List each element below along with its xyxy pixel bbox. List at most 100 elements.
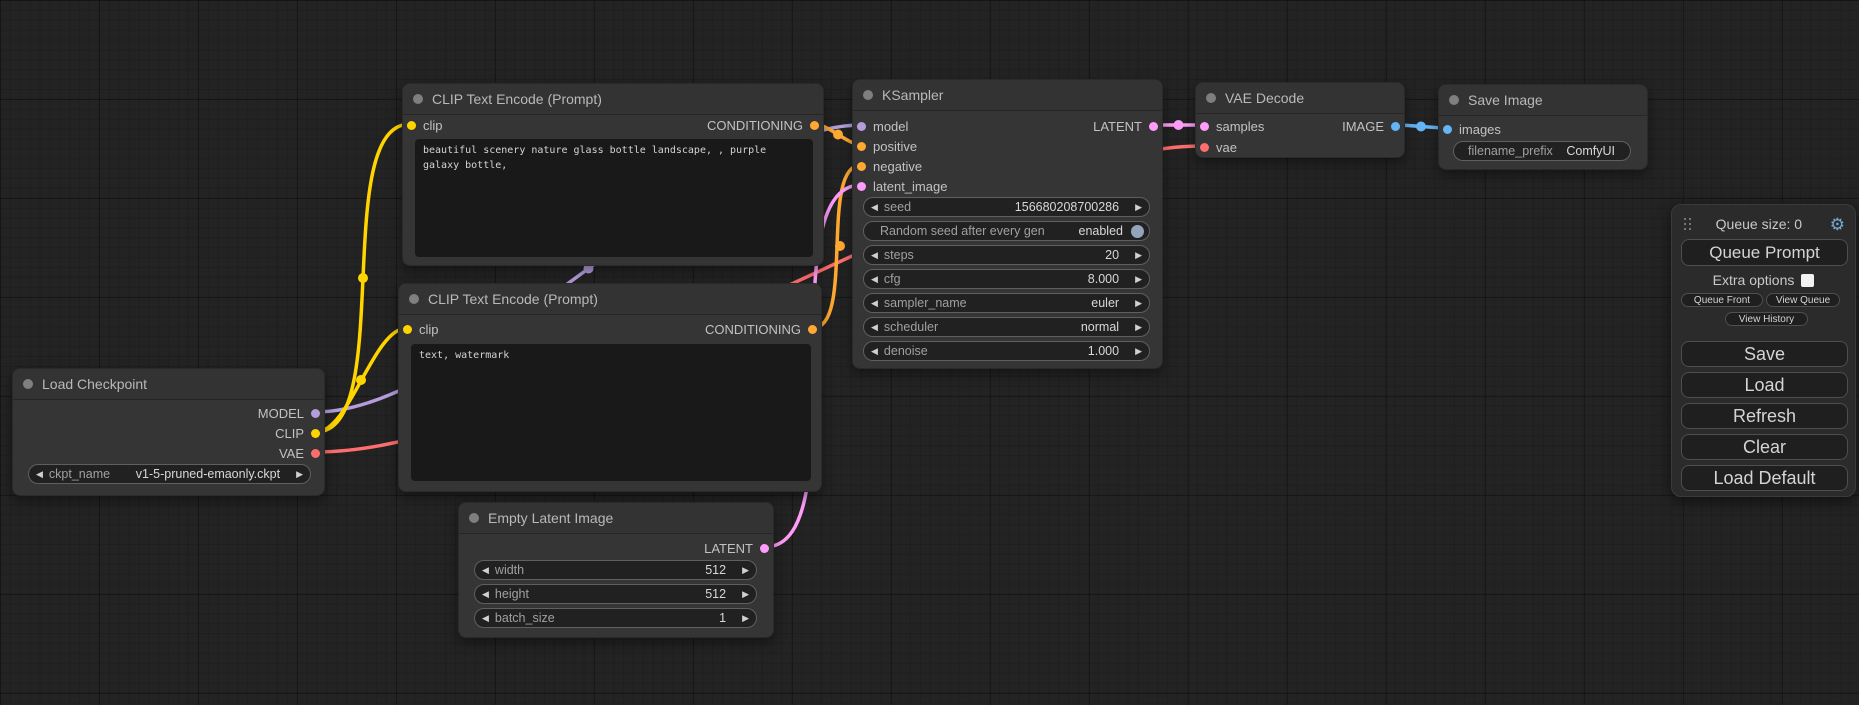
sampler-name-combo[interactable]: ◀ sampler_name euler ▶ bbox=[863, 293, 1150, 313]
conditioning-port-dot[interactable] bbox=[857, 162, 866, 171]
view-queue-button[interactable]: View Queue bbox=[1766, 293, 1840, 307]
collapse-dot-icon[interactable] bbox=[23, 379, 33, 389]
latent-port-dot[interactable] bbox=[857, 182, 866, 191]
clip-port-dot[interactable] bbox=[311, 429, 320, 438]
input-port-images: images bbox=[1443, 122, 1501, 136]
increment-arrow-icon[interactable]: ▶ bbox=[296, 470, 303, 479]
node-title-bar[interactable]: KSampler bbox=[853, 80, 1162, 111]
node-ksampler[interactable]: KSampler model positive negative latent_… bbox=[852, 79, 1163, 369]
decrement-arrow-icon[interactable]: ◀ bbox=[871, 299, 878, 308]
batch-size-stepper[interactable]: ◀ batch_size 1 ▶ bbox=[474, 608, 757, 628]
input-port-clip: clip bbox=[407, 118, 443, 132]
steps-stepper[interactable]: ◀ steps 20 ▶ bbox=[863, 245, 1150, 265]
node-title: CLIP Text Encode (Prompt) bbox=[428, 291, 598, 307]
node-title: CLIP Text Encode (Prompt) bbox=[432, 91, 602, 107]
extra-options-checkbox[interactable] bbox=[1801, 274, 1814, 287]
collapse-dot-icon[interactable] bbox=[469, 513, 479, 523]
cfg-stepper[interactable]: ◀ cfg 8.000 ▶ bbox=[863, 269, 1150, 289]
scheduler-combo[interactable]: ◀ scheduler normal ▶ bbox=[863, 317, 1150, 337]
queue-prompt-button[interactable]: Queue Prompt bbox=[1681, 239, 1848, 266]
latent-port-dot[interactable] bbox=[1200, 122, 1209, 131]
model-port-dot[interactable] bbox=[857, 122, 866, 131]
node-title-bar[interactable]: VAE Decode bbox=[1196, 83, 1404, 114]
decrement-arrow-icon[interactable]: ◀ bbox=[871, 203, 878, 212]
increment-arrow-icon[interactable]: ▶ bbox=[1135, 323, 1142, 332]
collapse-dot-icon[interactable] bbox=[413, 94, 423, 104]
node-clip-text-encode-positive[interactable]: CLIP Text Encode (Prompt) clip CONDITION… bbox=[402, 83, 824, 266]
random-seed-toggle[interactable]: Random seed after every gen enabled bbox=[863, 221, 1150, 241]
decrement-arrow-icon[interactable]: ◀ bbox=[482, 614, 489, 623]
comfy-menu-panel[interactable]: Queue size: 0 ⚙ Queue Prompt Extra optio… bbox=[1671, 204, 1856, 497]
decrement-arrow-icon[interactable]: ◀ bbox=[871, 347, 878, 356]
ckpt-name-combo[interactable]: ◀ ckpt_name v1-5-pruned-emaonly.ckpt ▶ bbox=[28, 464, 311, 484]
collapse-dot-icon[interactable] bbox=[1449, 95, 1459, 105]
load-button[interactable]: Load bbox=[1681, 372, 1848, 398]
clip-port-dot[interactable] bbox=[407, 121, 416, 130]
queue-front-button[interactable]: Queue Front bbox=[1681, 293, 1763, 307]
increment-arrow-icon[interactable]: ▶ bbox=[742, 590, 749, 599]
node-empty-latent-image[interactable]: Empty Latent Image LATENT ◀ width 512 ▶ … bbox=[458, 502, 774, 638]
increment-arrow-icon[interactable]: ▶ bbox=[1135, 203, 1142, 212]
image-port-dot[interactable] bbox=[1443, 125, 1452, 134]
output-port-vae: VAE bbox=[279, 446, 320, 460]
input-port-vae: vae bbox=[1200, 140, 1237, 154]
node-title: VAE Decode bbox=[1225, 90, 1304, 106]
node-clip-text-encode-negative[interactable]: CLIP Text Encode (Prompt) clip CONDITION… bbox=[398, 283, 822, 492]
width-stepper[interactable]: ◀ width 512 ▶ bbox=[474, 560, 757, 580]
height-stepper[interactable]: ◀ height 512 ▶ bbox=[474, 584, 757, 604]
increment-arrow-icon[interactable]: ▶ bbox=[742, 614, 749, 623]
filename-prefix-field[interactable]: filename_prefix ComfyUI bbox=[1453, 141, 1631, 161]
decrement-arrow-icon[interactable]: ◀ bbox=[871, 251, 878, 260]
image-port-dot[interactable] bbox=[1391, 122, 1400, 131]
gear-icon[interactable]: ⚙ bbox=[1830, 216, 1845, 233]
seed-stepper[interactable]: ◀ seed 156680208700286 ▶ bbox=[863, 197, 1150, 217]
output-port-latent: LATENT bbox=[1093, 119, 1158, 133]
increment-arrow-icon[interactable]: ▶ bbox=[1135, 299, 1142, 308]
latent-port-dot[interactable] bbox=[760, 544, 769, 553]
collapse-dot-icon[interactable] bbox=[409, 294, 419, 304]
node-graph-canvas[interactable]: Load Checkpoint MODEL CLIP VAE ◀ ckpt_na… bbox=[0, 0, 1859, 705]
model-port-dot[interactable] bbox=[311, 409, 320, 418]
output-port-latent: LATENT bbox=[704, 541, 769, 555]
vae-port-dot[interactable] bbox=[1200, 143, 1209, 152]
save-button[interactable]: Save bbox=[1681, 341, 1848, 367]
conditioning-port-dot[interactable] bbox=[808, 325, 817, 334]
latent-port-dot[interactable] bbox=[1149, 122, 1158, 131]
link-clip1-dot bbox=[358, 273, 368, 283]
increment-arrow-icon[interactable]: ▶ bbox=[1135, 347, 1142, 356]
input-port-latent-image: latent_image bbox=[857, 179, 947, 193]
drag-handle-icon[interactable] bbox=[1684, 218, 1686, 220]
decrement-arrow-icon[interactable]: ◀ bbox=[482, 566, 489, 575]
node-vae-decode[interactable]: VAE Decode samples vae IMAGE bbox=[1195, 82, 1405, 158]
decrement-arrow-icon[interactable]: ◀ bbox=[871, 323, 878, 332]
view-history-button[interactable]: View History bbox=[1725, 312, 1808, 326]
collapse-dot-icon[interactable] bbox=[1206, 93, 1216, 103]
increment-arrow-icon[interactable]: ▶ bbox=[742, 566, 749, 575]
conditioning-port-dot[interactable] bbox=[810, 121, 819, 130]
increment-arrow-icon[interactable]: ▶ bbox=[1135, 251, 1142, 260]
extra-options-label: Extra options bbox=[1713, 272, 1795, 288]
negative-prompt-textarea[interactable]: text, watermark bbox=[411, 344, 811, 481]
decrement-arrow-icon[interactable]: ◀ bbox=[482, 590, 489, 599]
vae-port-dot[interactable] bbox=[311, 449, 320, 458]
node-title-bar[interactable]: CLIP Text Encode (Prompt) bbox=[403, 84, 823, 115]
increment-arrow-icon[interactable]: ▶ bbox=[1135, 275, 1142, 284]
node-title-bar[interactable]: CLIP Text Encode (Prompt) bbox=[399, 284, 821, 315]
node-title-bar[interactable]: Load Checkpoint bbox=[13, 369, 324, 400]
clip-port-dot[interactable] bbox=[403, 325, 412, 334]
conditioning-port-dot[interactable] bbox=[857, 142, 866, 151]
load-default-button[interactable]: Load Default bbox=[1681, 465, 1848, 491]
node-title-bar[interactable]: Save Image bbox=[1439, 85, 1647, 116]
collapse-dot-icon[interactable] bbox=[863, 90, 873, 100]
node-title: Empty Latent Image bbox=[488, 510, 613, 526]
node-load-checkpoint[interactable]: Load Checkpoint MODEL CLIP VAE ◀ ckpt_na… bbox=[12, 368, 325, 496]
clear-button[interactable]: Clear bbox=[1681, 434, 1848, 460]
denoise-stepper[interactable]: ◀ denoise 1.000 ▶ bbox=[863, 341, 1150, 361]
decrement-arrow-icon[interactable]: ◀ bbox=[36, 470, 43, 479]
refresh-button[interactable]: Refresh bbox=[1681, 403, 1848, 429]
toggle-on-icon[interactable] bbox=[1131, 225, 1144, 238]
positive-prompt-textarea[interactable]: beautiful scenery nature glass bottle la… bbox=[415, 139, 813, 257]
node-title-bar[interactable]: Empty Latent Image bbox=[459, 503, 773, 534]
node-save-image[interactable]: Save Image images filename_prefix ComfyU… bbox=[1438, 84, 1648, 170]
decrement-arrow-icon[interactable]: ◀ bbox=[871, 275, 878, 284]
